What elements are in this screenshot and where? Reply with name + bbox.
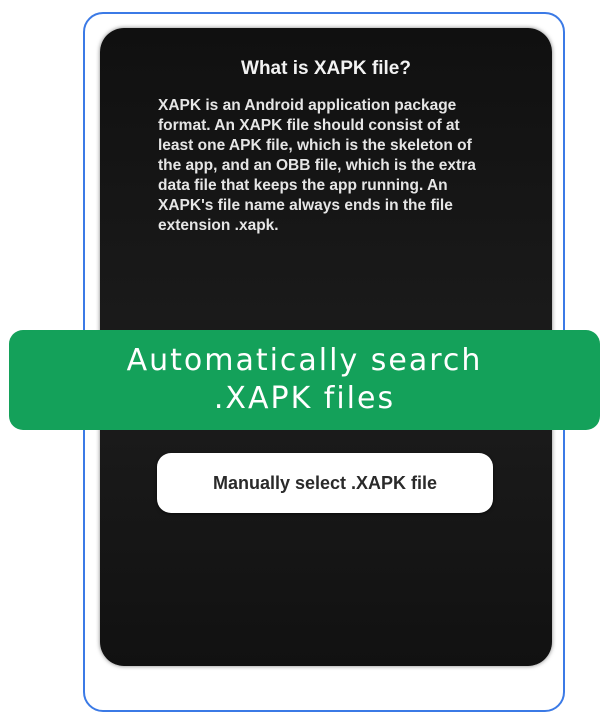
auto-search-button[interactable]: Automatically search .XAPK files [9, 330, 600, 430]
info-description: XAPK is an Android application package f… [158, 97, 476, 234]
info-title: What is XAPK file? [241, 58, 411, 79]
auto-search-label: Automatically search .XAPK files [126, 343, 483, 416]
manual-select-button[interactable]: Manually select .XAPK file [157, 453, 493, 513]
